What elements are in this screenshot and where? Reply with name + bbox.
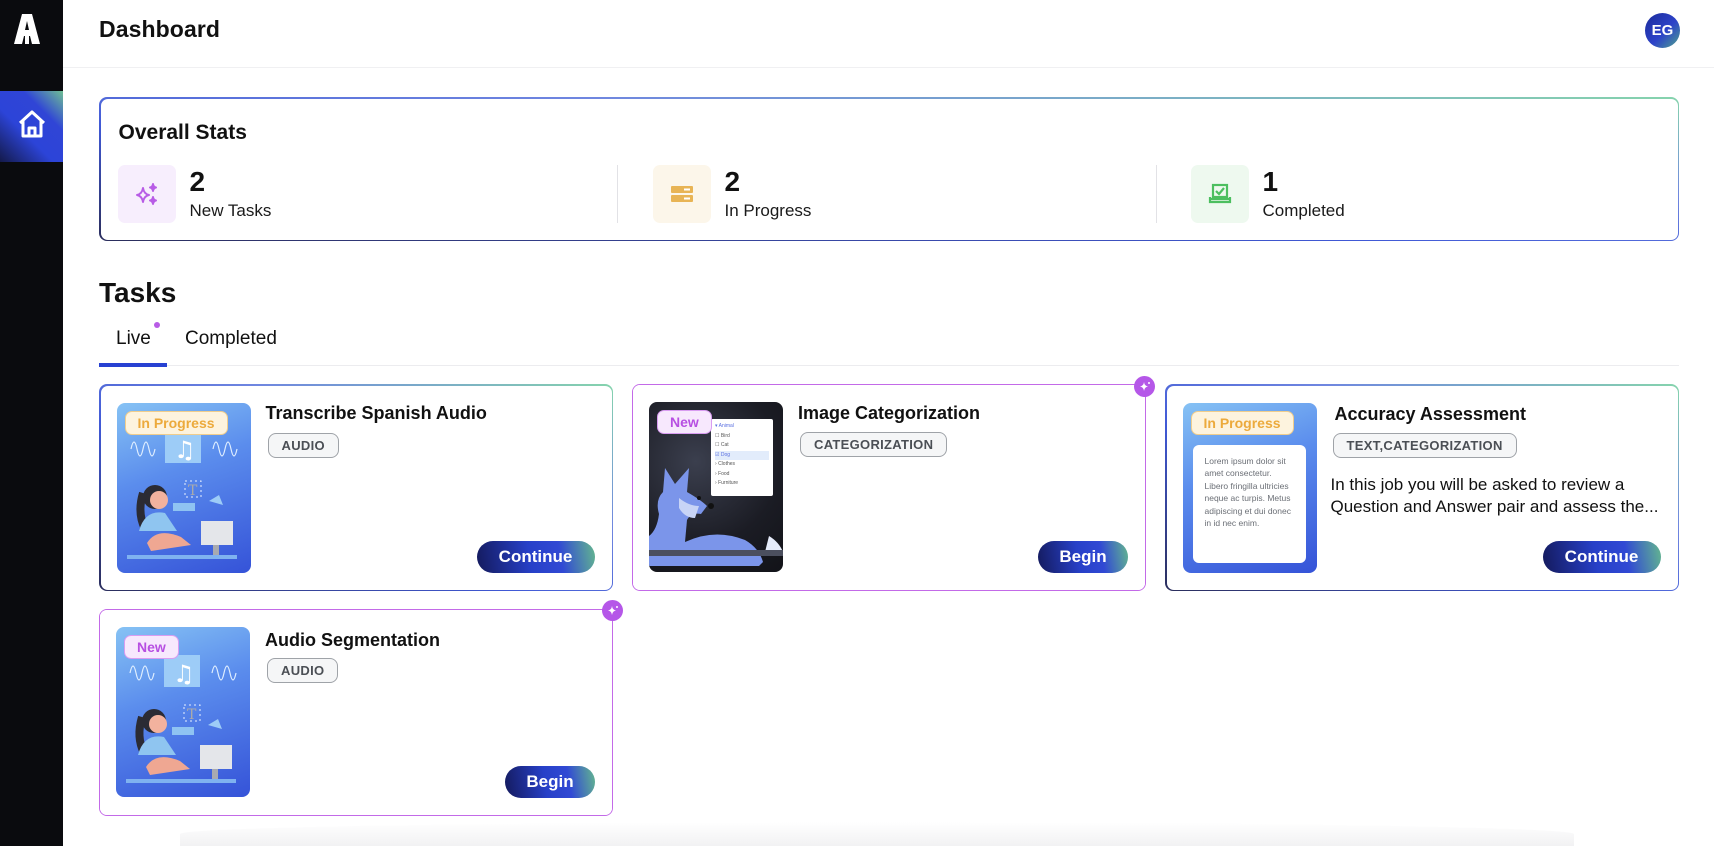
stat-value: 2 [724, 165, 741, 197]
divider [1155, 164, 1157, 223]
stat-value: 2 [189, 165, 206, 197]
dog-categorization-illustration: New ▾ Animal ☐ Bird ☐ Cat ☑ Dog › Clothe… [649, 402, 783, 572]
stat-value: 1 [1262, 165, 1279, 197]
task-tag: AUDIO [267, 432, 339, 458]
sparkles-icon [117, 164, 176, 223]
status-badge: New [124, 635, 179, 659]
stat-completed: 1 Completed [1190, 164, 1345, 223]
new-sparkle-icon [1134, 376, 1155, 397]
task-card[interactable]: In Progress Lorem ipsum dolor sit amet c… [1165, 384, 1679, 591]
audio-illustration: In Progress ♫ T [116, 402, 251, 573]
notification-dot [154, 322, 160, 328]
svg-text:T: T [188, 483, 198, 499]
task-title: Accuracy Assessment [1334, 403, 1526, 424]
status-badge: In Progress [1190, 410, 1294, 435]
status-badge: New [657, 410, 712, 434]
overall-stats-card: Overall Stats 2 New Tasks 2 In Progress … [99, 97, 1679, 241]
divider [616, 164, 618, 223]
inbox-check-icon [1190, 164, 1249, 223]
task-tag: TEXT,CATEGORIZATION [1332, 432, 1517, 458]
stat-new-tasks: 2 New Tasks [117, 164, 272, 223]
sidebar-item-home[interactable] [0, 91, 63, 162]
tasks-heading: Tasks [99, 277, 177, 308]
svg-text:♫: ♫ [173, 660, 195, 688]
task-title: Audio Segmentation [265, 630, 440, 650]
stack-icon [652, 164, 711, 223]
task-card[interactable]: In Progress ♫ T Transcribe Spanish Audio [99, 384, 613, 591]
task-card[interactable]: New ▾ Animal ☐ Bird ☐ Cat ☑ Dog › Clothe… [632, 384, 1146, 591]
user-avatar[interactable]: EG [1645, 13, 1680, 48]
begin-button[interactable]: Begin [505, 766, 595, 798]
begin-button[interactable]: Begin [1038, 541, 1128, 573]
svg-text:♫: ♫ [174, 436, 196, 464]
tab-completed[interactable]: Completed [185, 328, 277, 350]
task-title: Image Categorization [798, 403, 981, 423]
continue-button[interactable]: Continue [1542, 540, 1661, 573]
continue-button[interactable]: Continue [476, 540, 595, 573]
active-tab-indicator [99, 363, 167, 367]
stat-in-progress: 2 In Progress [652, 164, 812, 223]
task-description: In this job you will be asked to review … [1330, 474, 1659, 516]
home-icon [16, 108, 48, 145]
brand-logo-icon[interactable] [12, 12, 42, 46]
stats-title: Overall Stats [118, 120, 247, 144]
task-tag: CATEGORIZATION [800, 432, 948, 457]
sidebar [0, 0, 63, 846]
audio-illustration: New ♫ T [116, 627, 250, 797]
page-title: Dashboard [99, 16, 221, 42]
new-sparkle-icon [602, 600, 623, 621]
text-editor-illustration: In Progress Lorem ipsum dolor sit amet c… [1182, 402, 1317, 573]
stat-label: In Progress [724, 200, 812, 220]
task-card[interactable]: New ♫ T Audio Segmentation AUDIO Begin [99, 609, 613, 816]
svg-text:T: T [187, 707, 197, 723]
task-tag: AUDIO [267, 658, 339, 683]
stat-label: New Tasks [189, 200, 272, 220]
task-title: Transcribe Spanish Audio [265, 402, 487, 423]
tab-live[interactable]: Live [116, 328, 151, 350]
bottom-shadow [180, 822, 1574, 846]
status-badge: In Progress [124, 410, 228, 435]
stat-label: Completed [1262, 200, 1345, 220]
sample-text-box: Lorem ipsum dolor sit amet consectetur. … [1192, 444, 1306, 563]
tasks-tabs: Live Completed [99, 322, 1679, 367]
top-header: Dashboard EG [63, 0, 1714, 68]
